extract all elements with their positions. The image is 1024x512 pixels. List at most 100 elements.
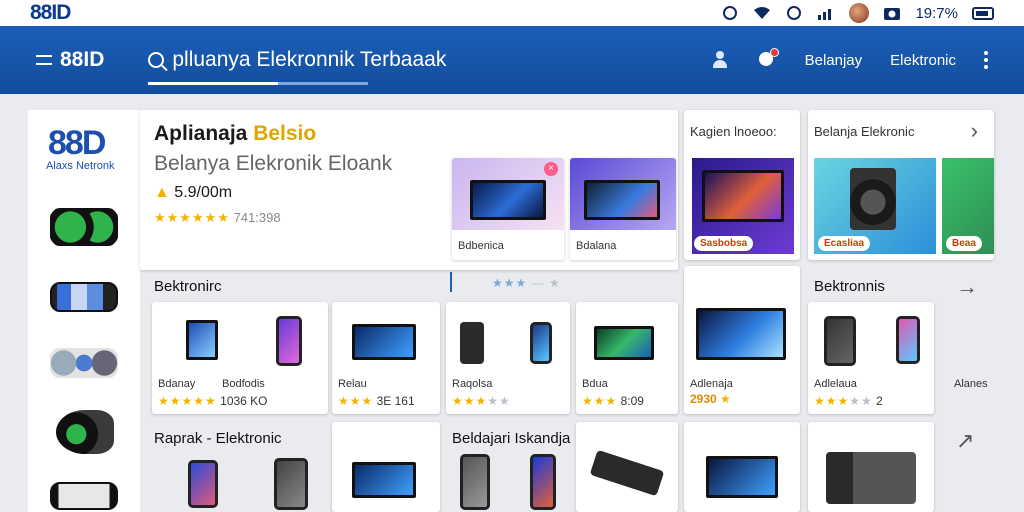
hero-subtitle: Belanya Elekronik Eloank bbox=[154, 152, 393, 175]
product-card[interactable]: Raqolsa ★★★★★ bbox=[446, 302, 570, 414]
phone-image bbox=[274, 458, 308, 510]
status-bar: 88ID 19:7% bbox=[0, 0, 1024, 26]
promo-title: Kagien lnoeoo: bbox=[690, 124, 777, 139]
menu-icon[interactable] bbox=[36, 55, 52, 65]
sidebar-item-device[interactable] bbox=[50, 482, 118, 510]
product-label: Bdua bbox=[582, 378, 608, 390]
wifi-icon bbox=[753, 5, 771, 21]
product-label: Adlelaua bbox=[814, 378, 857, 390]
sidebar-item-headset[interactable] bbox=[50, 208, 118, 246]
product-card[interactable]: Relau ★★★ 3E 161 bbox=[332, 302, 440, 414]
monitor-image bbox=[706, 456, 778, 498]
monitor-image bbox=[352, 462, 416, 498]
phone-image bbox=[460, 454, 490, 510]
product-card[interactable] bbox=[332, 422, 440, 512]
search-underline-secondary bbox=[278, 82, 369, 85]
action-belanjay[interactable]: Belanjay bbox=[805, 52, 863, 69]
carousel-dots: ★★★ — ★ bbox=[492, 276, 561, 290]
monitor-image bbox=[696, 308, 786, 360]
monitor-image bbox=[470, 180, 546, 220]
monitor-image bbox=[584, 180, 660, 220]
battery-percent: 19:7% bbox=[915, 4, 958, 22]
product-rating: ★★★★★ 1036 KO bbox=[158, 394, 268, 408]
search-icon[interactable] bbox=[148, 52, 165, 68]
product-card[interactable]: Bdua ★★★ 8:09 bbox=[576, 302, 678, 414]
search-underline bbox=[148, 82, 279, 85]
sidebar-item-tablet[interactable] bbox=[50, 282, 118, 312]
chevron-right-icon[interactable]: › bbox=[971, 118, 978, 144]
product-label: Bdalana bbox=[576, 240, 617, 252]
product-card[interactable] bbox=[576, 422, 678, 512]
product-card-monitor-1[interactable]: × Bdbenica bbox=[452, 158, 564, 260]
sidebar-item-speaker[interactable] bbox=[56, 410, 114, 454]
hero-price: ▲ 5.9/00m bbox=[154, 184, 233, 201]
search-bar[interactable]: plluanya Elekronnik Terbaaak bbox=[148, 31, 448, 89]
app-bar: 88ID plluanya Elekronnik Terbaaak Belanj… bbox=[0, 26, 1024, 94]
sidebar-item-earbuds[interactable] bbox=[50, 348, 118, 378]
product-card[interactable]: Adlelaua ★★★★★ 2 bbox=[808, 302, 934, 414]
monitor-image bbox=[594, 326, 654, 360]
product-label-overflow: Alanes bbox=[954, 378, 988, 390]
promo-card-1[interactable]: Kagien lnoeoo: Sasbobsa bbox=[684, 110, 800, 260]
product-rating: ★★★★★ bbox=[452, 394, 511, 408]
clock-icon bbox=[785, 5, 803, 21]
phone-image bbox=[276, 316, 302, 366]
promo-tag-2: Beaa bbox=[946, 236, 982, 251]
phone-image bbox=[188, 460, 218, 508]
signal-icon bbox=[817, 5, 835, 21]
product-label: Bdbenica bbox=[458, 240, 504, 252]
location-icon bbox=[721, 5, 739, 21]
rating-stars: ★★★★★★ bbox=[154, 210, 230, 225]
product-card-monitor-2[interactable]: Bdalana bbox=[570, 158, 676, 260]
favorite-icon[interactable]: × bbox=[544, 162, 558, 176]
phone-image bbox=[824, 316, 856, 366]
sidebar: 88D Alaxs Netronk bbox=[28, 110, 140, 512]
tablet-image bbox=[186, 320, 218, 360]
notification-dot bbox=[769, 48, 779, 57]
promo-card-2[interactable]: Belanja Elekronic › Ecasliaa Beaa bbox=[808, 110, 994, 260]
product-label-2: Bodfodis bbox=[222, 378, 265, 390]
brand-text: 88ID bbox=[60, 48, 105, 71]
speaker-image bbox=[460, 322, 484, 364]
camera-icon bbox=[883, 5, 901, 21]
product-rating: ★★★ 8:09 bbox=[582, 394, 644, 408]
section-title: Bektronirc bbox=[154, 278, 222, 295]
bell-icon[interactable] bbox=[757, 48, 779, 70]
section-title-3: Beldajari Iskandja bbox=[452, 430, 571, 447]
promo-title: Belanja Elekronic bbox=[814, 124, 915, 139]
product-card[interactable] bbox=[152, 422, 328, 512]
product-card[interactable] bbox=[684, 422, 800, 512]
product-card[interactable]: Bdanay Bodfodis ★★★★★ 1036 KO bbox=[152, 302, 328, 414]
promo-tag: Sasbobsa bbox=[694, 236, 754, 251]
person-icon[interactable] bbox=[711, 51, 729, 69]
action-elektronic[interactable]: Elektronic bbox=[890, 52, 956, 69]
carousel-indicator bbox=[450, 272, 452, 292]
device-image bbox=[826, 452, 916, 504]
product-card[interactable]: Adlenaja 2930 ★ bbox=[684, 266, 800, 414]
arrow-right-icon-2[interactable]: ↗ bbox=[956, 428, 974, 454]
product-rating: ★★★ 3E 161 bbox=[338, 394, 415, 408]
hero-rating: ★★★★★★ 741:398 bbox=[154, 210, 281, 225]
battery-icon bbox=[972, 6, 994, 20]
section-title-right: Bektronnis bbox=[814, 278, 885, 295]
product-card[interactable] bbox=[446, 454, 570, 512]
product-rating: 2930 ★ bbox=[690, 392, 732, 406]
avatar bbox=[849, 3, 870, 23]
product-label: Relau bbox=[338, 378, 367, 390]
product-card[interactable] bbox=[808, 422, 934, 512]
monitor-image bbox=[352, 324, 416, 360]
search-input[interactable]: plluanya Elekronnik Terbaaak bbox=[172, 48, 446, 72]
brand[interactable]: 88ID bbox=[36, 48, 104, 72]
arrow-right-icon[interactable]: → bbox=[956, 274, 978, 300]
phone-image bbox=[530, 322, 552, 364]
sidebar-logo-subtitle: Alaxs Netronk bbox=[46, 160, 115, 172]
more-icon[interactable] bbox=[984, 51, 988, 69]
product-label: Adlenaja bbox=[690, 378, 733, 390]
product-label: Raqolsa bbox=[452, 378, 493, 390]
keyboard-image bbox=[589, 449, 665, 497]
phone-image bbox=[896, 316, 920, 364]
hero-title: Aplianaja Belsio bbox=[154, 122, 317, 145]
speaker-image bbox=[850, 168, 896, 230]
product-rating: ★★★★★ 2 bbox=[814, 394, 883, 408]
monitor-image bbox=[702, 170, 784, 222]
